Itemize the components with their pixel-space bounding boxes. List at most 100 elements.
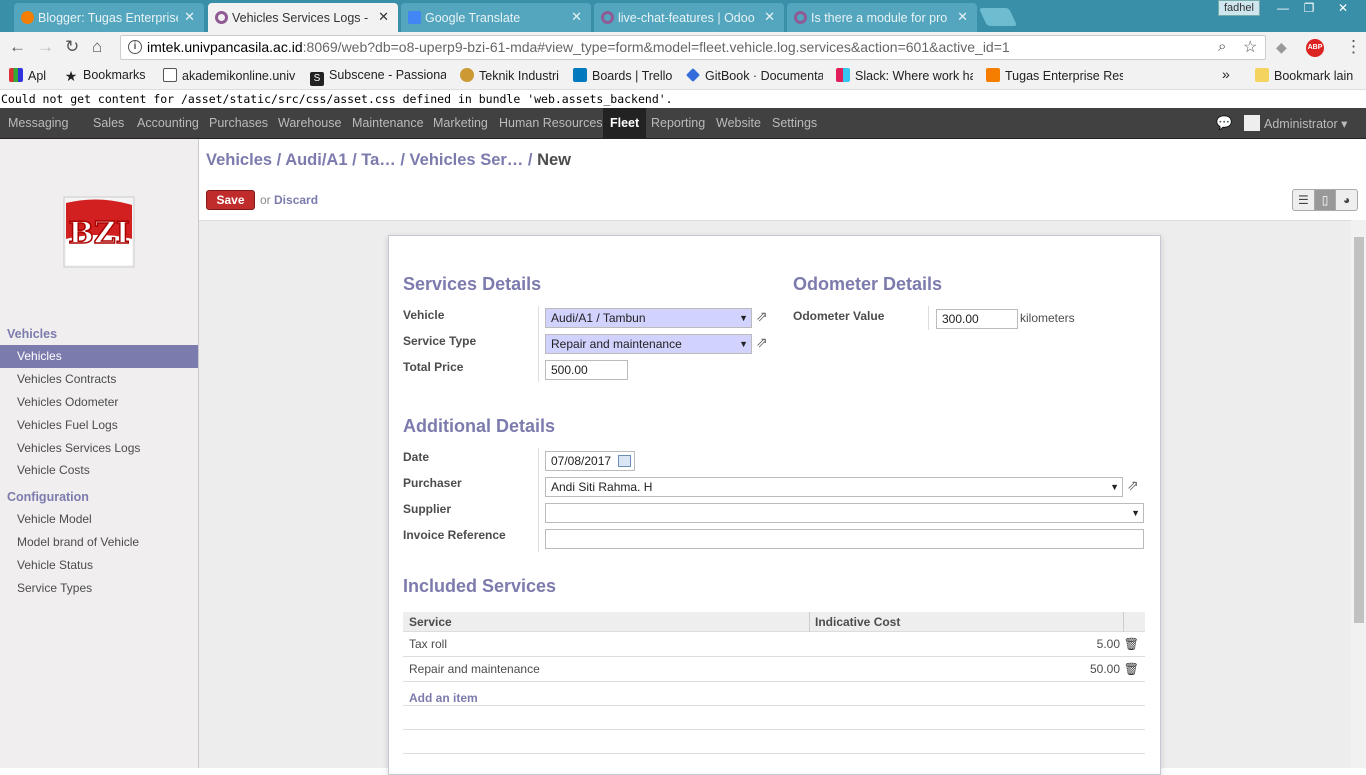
- bookmark-apps[interactable]: Apl: [9, 68, 46, 83]
- bookmark-slack[interactable]: Slack: Where work ha: [836, 68, 973, 83]
- scrollbar-thumb[interactable]: [1354, 237, 1364, 623]
- chat-icon[interactable]: 💬: [1216, 115, 1232, 131]
- breadcrumb[interactable]: Vehicles / Audi/A1 / Ta… / Vehicles Ser……: [206, 151, 571, 170]
- purchaser-select[interactable]: Andi Siti Rahma. H ▼: [545, 477, 1123, 497]
- sidebar-item-vehicles[interactable]: Vehicles: [0, 345, 198, 368]
- close-tab-icon[interactable]: ✕: [764, 9, 775, 25]
- menu-messaging[interactable]: Messaging: [8, 108, 68, 139]
- minimize-icon[interactable]: —: [1270, 0, 1296, 18]
- column-indicative-cost[interactable]: Indicative Cost: [815, 615, 900, 629]
- trash-icon[interactable]: 🗑: [1124, 637, 1139, 651]
- external-link-icon[interactable]: ⇗: [756, 308, 768, 325]
- tab-google-translate[interactable]: Google Translate ✕: [401, 3, 591, 32]
- save-button[interactable]: Save: [206, 190, 255, 210]
- invoice-reference-input[interactable]: [545, 529, 1144, 549]
- menu-accounting[interactable]: Accounting: [137, 108, 199, 139]
- field-separator: [538, 306, 539, 382]
- zoom-search-icon[interactable]: ⌕: [1218, 38, 1226, 55]
- sidebar-item-model-brand[interactable]: Model brand of Vehicle: [0, 531, 198, 554]
- dropdown-caret-icon: ▼: [1110, 482, 1119, 492]
- form-view-icon[interactable]: ▯: [1314, 190, 1337, 210]
- close-tab-icon[interactable]: ✕: [957, 9, 968, 25]
- total-price-input[interactable]: 500.00: [545, 360, 628, 380]
- forward-icon[interactable]: →: [37, 37, 54, 57]
- user-menu[interactable]: Administrator ▾: [1244, 115, 1347, 131]
- url-bar[interactable]: i imtek.univpancasila.ac.id:8069/web?db=…: [120, 35, 1266, 60]
- column-service[interactable]: Service: [409, 615, 452, 629]
- restore-icon[interactable]: ❐: [1296, 0, 1322, 18]
- new-tab-button[interactable]: [978, 8, 1018, 26]
- menu-website[interactable]: Website: [716, 108, 761, 139]
- subscene-icon: S: [310, 72, 324, 86]
- close-tab-icon[interactable]: ✕: [184, 9, 195, 25]
- extension-icon[interactable]: ◆: [1276, 39, 1287, 56]
- empty-row-line: [403, 753, 1145, 754]
- sidebar-item-vehicles-fuel-logs[interactable]: Vehicles Fuel Logs: [0, 414, 198, 437]
- vehicle-select[interactable]: Audi/A1 / Tambun ▼: [545, 308, 752, 328]
- bookmark-tugas-enterprise[interactable]: Tugas Enterprise Reso: [986, 68, 1123, 83]
- close-tab-icon[interactable]: ✕: [571, 9, 582, 25]
- tab-blogger[interactable]: Blogger: Tugas Enterprise ✕: [14, 3, 204, 32]
- reload-icon[interactable]: ↻: [65, 37, 79, 57]
- bookmark-teknik-industri[interactable]: Teknik Industri: [460, 68, 559, 83]
- odometer-value-input[interactable]: 300.00: [936, 309, 1018, 329]
- bookmark-gitbook[interactable]: GitBook · Documenta: [686, 68, 823, 83]
- adblock-icon[interactable]: ABP: [1306, 39, 1324, 57]
- sidebar-item-vehicle-model[interactable]: Vehicle Model: [0, 508, 198, 531]
- discard-link[interactable]: Discard: [274, 193, 318, 207]
- bookmark-subscene[interactable]: S Subscene - Passionat: [310, 68, 446, 86]
- menu-marketing[interactable]: Marketing: [433, 108, 488, 139]
- sidebar-item-vehicles-services-logs[interactable]: Vehicles Services Logs: [0, 437, 198, 460]
- menu-reporting[interactable]: Reporting: [651, 108, 705, 139]
- bookmarks-overflow-icon[interactable]: »: [1222, 66, 1230, 82]
- list-view-icon[interactable]: ☰: [1293, 190, 1315, 210]
- supplier-select[interactable]: ▼: [545, 503, 1144, 523]
- sidebar-item-service-types[interactable]: Service Types: [0, 577, 198, 600]
- graph-view-icon[interactable]: ◕: [1336, 190, 1357, 210]
- sidebar-item-vehicles-odometer[interactable]: Vehicles Odometer: [0, 391, 198, 414]
- cost-cell: 5.00: [1096, 637, 1120, 651]
- menu-warehouse[interactable]: Warehouse: [278, 108, 341, 139]
- address-toolbar: ← → ↻ ⌂ i imtek.univpancasila.ac.id:8069…: [0, 32, 1366, 62]
- external-link-icon[interactable]: ⇗: [1127, 477, 1139, 494]
- external-link-icon[interactable]: ⇗: [756, 334, 768, 351]
- browser-tab-strip: Blogger: Tugas Enterprise ✕ Vehicles Ser…: [0, 0, 1366, 32]
- date-input[interactable]: 07/08/2017: [545, 451, 635, 471]
- breadcrumb-path[interactable]: Vehicles / Audi/A1 / Ta… / Vehicles Ser……: [206, 151, 537, 169]
- info-icon[interactable]: i: [128, 40, 142, 54]
- table-row[interactable]: Tax roll 5.00 🗑: [403, 632, 1145, 657]
- form-sheet: Services Details Vehicle Service Type To…: [388, 235, 1161, 775]
- sidebar-item-vehicle-costs[interactable]: Vehicle Costs: [0, 459, 198, 482]
- sidebar-item-vehicles-contracts[interactable]: Vehicles Contracts: [0, 368, 198, 391]
- bookmark-akademikonline[interactable]: akademikonline.univ: [163, 68, 298, 83]
- star-bookmark-icon[interactable]: ☆: [1243, 37, 1257, 57]
- calendar-icon[interactable]: [618, 455, 631, 467]
- scrollbar[interactable]: [1351, 220, 1366, 768]
- table-row[interactable]: Repair and maintenance 50.00 🗑: [403, 657, 1145, 682]
- service-type-select[interactable]: Repair and maintenance ▼: [545, 334, 752, 354]
- menu-sales[interactable]: Sales: [93, 108, 124, 139]
- bookmark-other[interactable]: Bookmark lain: [1255, 68, 1353, 83]
- add-item-link[interactable]: Add an item: [409, 691, 478, 705]
- menu-human-resources[interactable]: Human Resources: [499, 108, 603, 139]
- menu-purchases[interactable]: Purchases: [209, 108, 268, 139]
- tab-is-there-a-module[interactable]: Is there a module for pro ✕: [787, 3, 977, 32]
- tab-live-chat-features[interactable]: live-chat-features | Odoo ✕: [594, 3, 784, 32]
- menu-maintenance[interactable]: Maintenance: [352, 108, 424, 139]
- sidebar-section-configuration: Configuration: [7, 490, 89, 504]
- sidebar-item-vehicle-status[interactable]: Vehicle Status: [0, 554, 198, 577]
- menu-icon[interactable]: ⋮: [1345, 37, 1362, 57]
- services-details-title: Services Details: [403, 274, 542, 294]
- bookmark-bookmarks[interactable]: ★ Bookmarks: [64, 68, 146, 83]
- profile-badge[interactable]: fadhel: [1218, 0, 1260, 16]
- bookmark-trello[interactable]: Boards | Trello: [573, 68, 672, 83]
- tab-vehicles-services-logs[interactable]: Vehicles Services Logs - Odoo ✕: [208, 3, 398, 32]
- home-icon[interactable]: ⌂: [92, 37, 102, 57]
- menu-settings[interactable]: Settings: [772, 108, 817, 139]
- trash-icon[interactable]: 🗑: [1124, 662, 1139, 676]
- close-window-icon[interactable]: ✕: [1330, 0, 1356, 18]
- menu-fleet[interactable]: Fleet: [603, 108, 647, 139]
- back-icon[interactable]: ←: [9, 37, 26, 57]
- service-cell: Tax roll: [409, 637, 448, 651]
- close-tab-icon[interactable]: ✕: [378, 9, 389, 25]
